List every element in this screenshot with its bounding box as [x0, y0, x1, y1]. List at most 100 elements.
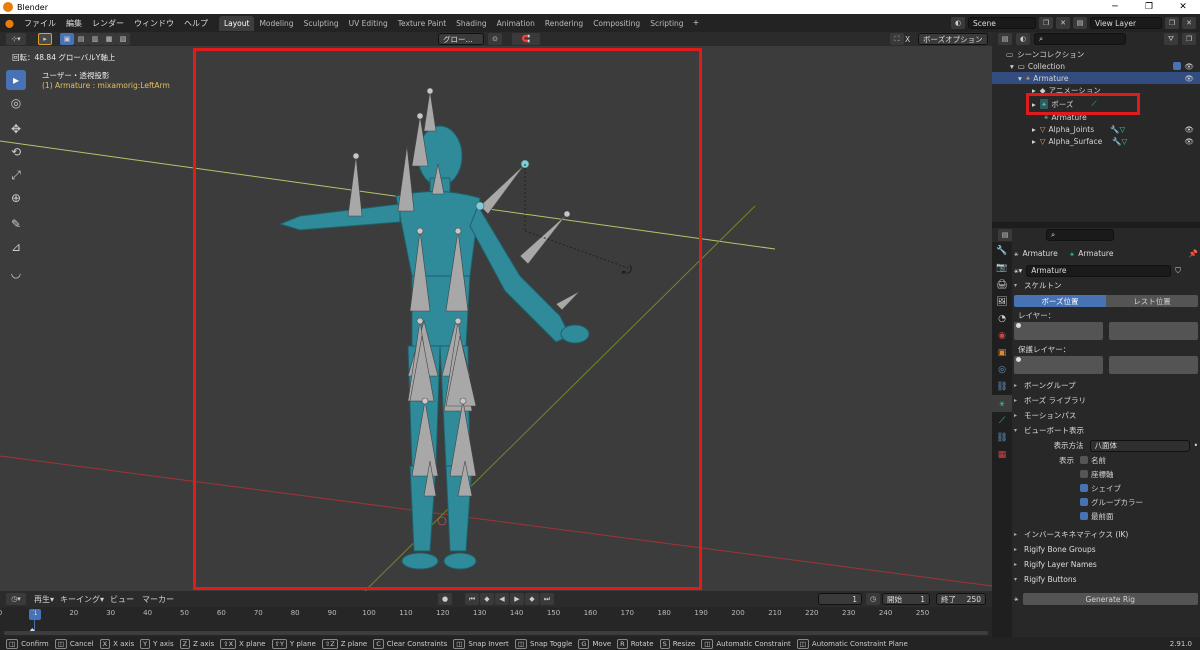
properties-editor-icon[interactable]: ▤: [998, 228, 1012, 241]
preview-range-icon[interactable]: ◷: [866, 593, 880, 605]
rest-position-button[interactable]: レスト位置: [1106, 295, 1198, 307]
eye-icon[interactable]: 👁: [1184, 125, 1194, 134]
play-reverse-icon[interactable]: ◀: [495, 593, 509, 605]
tab-uv-editing[interactable]: UV Editing: [344, 16, 393, 31]
transform-orientation-dropdown[interactable]: グロー...: [438, 33, 484, 45]
outliner-row-alpha-joints[interactable]: ▸ ▽ Alpha_Joints 🔧 ▽ 👁: [992, 123, 1200, 135]
view-layer-field[interactable]: View Layer: [1090, 17, 1162, 29]
select-mode-icon[interactable]: ▸: [38, 33, 52, 45]
tab-modeling[interactable]: Modeling: [254, 16, 298, 31]
maximize-button[interactable]: ❐: [1132, 2, 1166, 12]
timeline-editor-icon[interactable]: ◷▾: [6, 593, 26, 605]
start-frame-field[interactable]: 開始 1: [882, 593, 930, 605]
bone-tab-icon[interactable]: ⟋: [992, 412, 1012, 429]
cursor-tool-icon[interactable]: ◎: [6, 93, 26, 113]
names-checkbox[interactable]: [1080, 456, 1088, 464]
constraints-tab-icon[interactable]: ⛓: [992, 378, 1012, 395]
filter-icon[interactable]: ⛛: [1164, 33, 1178, 45]
pin-icon[interactable]: 📌: [1189, 249, 1198, 258]
tab-sculpting[interactable]: Sculpting: [299, 16, 344, 31]
delete-view-layer-icon[interactable]: ✕: [1182, 17, 1196, 29]
protected-layers-grid[interactable]: [1014, 356, 1198, 374]
skeleton-section[interactable]: ▾ スケルトン: [1014, 278, 1198, 293]
armature-data-tab-icon[interactable]: ⚹: [992, 395, 1012, 412]
scene-tab-icon[interactable]: ◔: [992, 310, 1012, 327]
pose-position-button[interactable]: ボーズ位置: [1014, 295, 1106, 307]
current-frame-marker[interactable]: 1: [29, 609, 41, 620]
outliner-search-input[interactable]: ⌕: [1034, 33, 1126, 45]
display-mode-icon[interactable]: ◐: [1016, 33, 1030, 45]
select-extend-icon[interactable]: ▤: [74, 33, 88, 45]
timeline-scrollbar[interactable]: [4, 631, 988, 635]
marker-menu[interactable]: マーカー: [142, 594, 174, 605]
display-as-dropdown[interactable]: 八面体: [1089, 439, 1190, 452]
close-button[interactable]: ✕: [1166, 2, 1200, 12]
eye-icon[interactable]: 👁: [1184, 137, 1194, 146]
view-layer-icon[interactable]: ▤: [1073, 17, 1087, 29]
move-tool-icon[interactable]: ✥: [6, 119, 26, 139]
select-tool-icon[interactable]: ▸: [6, 70, 26, 90]
view-layer-tab-icon[interactable]: 🖼: [992, 293, 1012, 310]
datablock-type-icon[interactable]: ⚹▾: [1014, 266, 1022, 276]
properties-search-input[interactable]: ⌕: [1046, 228, 1114, 241]
texture-tab-icon[interactable]: ▦: [992, 446, 1012, 463]
tab-compositing[interactable]: Compositing: [588, 16, 645, 31]
tab-rendering[interactable]: Rendering: [540, 16, 588, 31]
next-keyframe-icon[interactable]: ◆: [525, 593, 539, 605]
jump-end-icon[interactable]: ⏭: [540, 593, 554, 605]
rotate-tool-icon[interactable]: ⟲: [6, 142, 26, 162]
tab-texture-paint[interactable]: Texture Paint: [393, 16, 451, 31]
transform-tool-icon[interactable]: ⊕: [6, 188, 26, 208]
render-tab-icon[interactable]: 📷: [992, 259, 1012, 276]
play-icon[interactable]: ▶: [510, 593, 524, 605]
keying-menu[interactable]: キーイング: [60, 594, 100, 605]
output-tab-icon[interactable]: 🖨: [992, 276, 1012, 293]
datablock-name-field[interactable]: Armature: [1026, 264, 1172, 277]
minimize-button[interactable]: ─: [1098, 2, 1132, 12]
prev-keyframe-icon[interactable]: ◆: [480, 593, 494, 605]
shapes-checkbox[interactable]: [1080, 484, 1088, 492]
tab-scripting[interactable]: Scripting: [645, 16, 688, 31]
menu-render[interactable]: レンダー: [87, 18, 129, 29]
3d-viewport[interactable]: ⤾ 回転：48.84 グローバルY軸上 ユーザー・透視投影 (1) Armatu…: [0, 46, 992, 591]
group-colors-checkbox[interactable]: [1080, 498, 1088, 506]
select-invert-icon[interactable]: ▦: [102, 33, 116, 45]
outliner-editor-icon[interactable]: ▤: [998, 33, 1012, 45]
menu-edit[interactable]: 編集: [61, 18, 87, 29]
pose-options-dropdown[interactable]: ボーズオプション: [918, 33, 988, 45]
add-workspace-icon[interactable]: +: [689, 16, 704, 31]
annotate-tool-icon[interactable]: ✎: [6, 214, 26, 234]
bone-layers-grid[interactable]: [1014, 322, 1198, 340]
mirror-icon[interactable]: ⛶: [890, 33, 904, 45]
playback-menu[interactable]: 再生: [34, 594, 50, 605]
pose-library-section[interactable]: ▸ ボーズ ライブラリ: [1014, 393, 1198, 408]
menu-window[interactable]: ウィンドウ: [129, 18, 179, 29]
menu-help[interactable]: ヘルプ: [179, 18, 213, 29]
mirror-x-label[interactable]: X: [905, 35, 910, 44]
outliner-row-alpha-surface[interactable]: ▸ ▽ Alpha_Surface 🔧 ▽ 👁: [992, 135, 1200, 147]
scale-tool-icon[interactable]: ⤢: [6, 165, 26, 185]
view-menu[interactable]: ビュー: [110, 594, 134, 605]
jump-start-icon[interactable]: ⏮: [465, 593, 479, 605]
new-scene-icon[interactable]: ❐: [1039, 17, 1053, 29]
outliner-root[interactable]: ▭ シーンコレクション: [992, 48, 1200, 60]
fake-user-icon[interactable]: ⛉: [1175, 266, 1181, 276]
measure-tool-icon[interactable]: ⊿: [6, 237, 26, 257]
axes-checkbox[interactable]: [1080, 470, 1088, 478]
world-tab-icon[interactable]: ◉: [992, 327, 1012, 344]
frame-ruler[interactable]: 0102030405060708090100110120130140150160…: [0, 609, 992, 621]
rigify-buttons-section[interactable]: ▾ Rigify Buttons: [1014, 572, 1198, 587]
viewport-display-section[interactable]: ▾ ビューボート表示: [1014, 423, 1198, 438]
tool-tab-icon[interactable]: 🔧: [992, 242, 1012, 259]
current-frame-field[interactable]: 1: [818, 593, 862, 605]
animate-property-icon[interactable]: •: [1194, 441, 1198, 450]
pivot-icon[interactable]: ⊙: [488, 33, 502, 45]
object-tab-icon[interactable]: ▣: [992, 344, 1012, 361]
end-frame-field[interactable]: 終了 250: [936, 593, 986, 605]
scene-icon[interactable]: ◐: [951, 17, 965, 29]
relax-tool-icon[interactable]: ◡: [6, 263, 26, 283]
outliner-row-collection[interactable]: ▾ ▭ Collection 👁: [992, 60, 1200, 72]
select-box-icon[interactable]: ▣: [60, 33, 74, 45]
select-subtract-icon[interactable]: ▥: [88, 33, 102, 45]
snap-icon[interactable]: 🧲: [512, 33, 540, 45]
